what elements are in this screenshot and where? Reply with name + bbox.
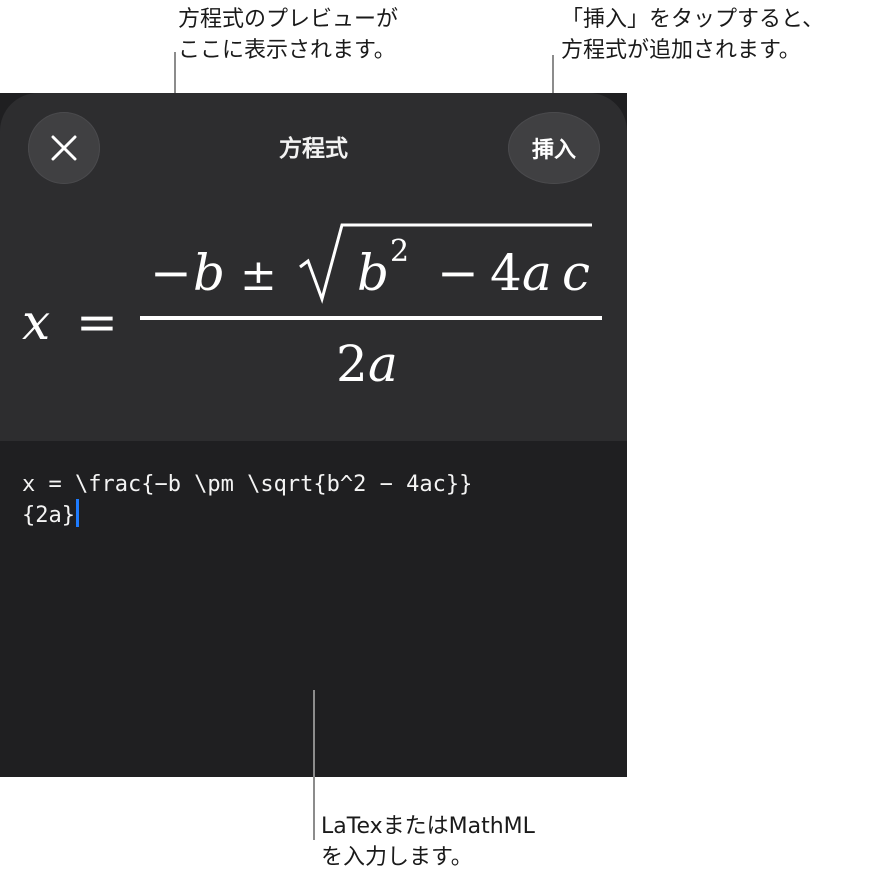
formula-denominator-2: 2	[336, 335, 368, 393]
latex-line-2: {2a}	[22, 503, 75, 528]
formula-coefficient-4: 4	[490, 244, 522, 302]
equation-editor-panel: 方程式 挿入 x = − b ± b 2 − 4 a c 2 a x = \fr…	[0, 93, 627, 777]
formula-equals: =	[76, 293, 118, 351]
formula-b: b	[193, 244, 225, 302]
latex-line-1: x = \frac{−b \pm \sqrt{b^2 − 4ac}}	[22, 472, 473, 497]
formula-a: a	[522, 244, 552, 302]
formula-c: c	[562, 244, 590, 302]
callout-preview-text: 方程式のプレビューが ここに表示されます。	[178, 7, 399, 63]
formula-preview: x = − b ± b 2 − 4 a c 2 a	[22, 223, 602, 393]
leader-line-input	[313, 690, 315, 840]
formula-exponent: 2	[390, 234, 409, 269]
insert-button[interactable]: 挿入	[508, 112, 600, 184]
formula-denominator-a: a	[368, 335, 398, 393]
callout-input-text: LaTexまたはMathML を入力します。	[321, 814, 535, 870]
latex-input-field[interactable]: x = \frac{−b \pm \sqrt{b^2 − 4ac}} {2a}	[22, 471, 612, 530]
text-cursor	[75, 499, 79, 527]
equation-preview-sheet: 方程式 挿入 x = − b ± b 2 − 4 a c 2 a	[0, 93, 627, 441]
formula-minus: −	[150, 244, 192, 302]
formula-radicand-b: b	[357, 244, 389, 302]
formula-fraction-bar	[140, 316, 602, 320]
callout-insert-text: 「挿入」をタップすると、 方程式が追加されます。	[561, 7, 825, 63]
formula-minus-2: −	[437, 244, 479, 302]
formula-lhs: x	[22, 293, 50, 351]
formula-plus-minus: ±	[240, 250, 277, 301]
